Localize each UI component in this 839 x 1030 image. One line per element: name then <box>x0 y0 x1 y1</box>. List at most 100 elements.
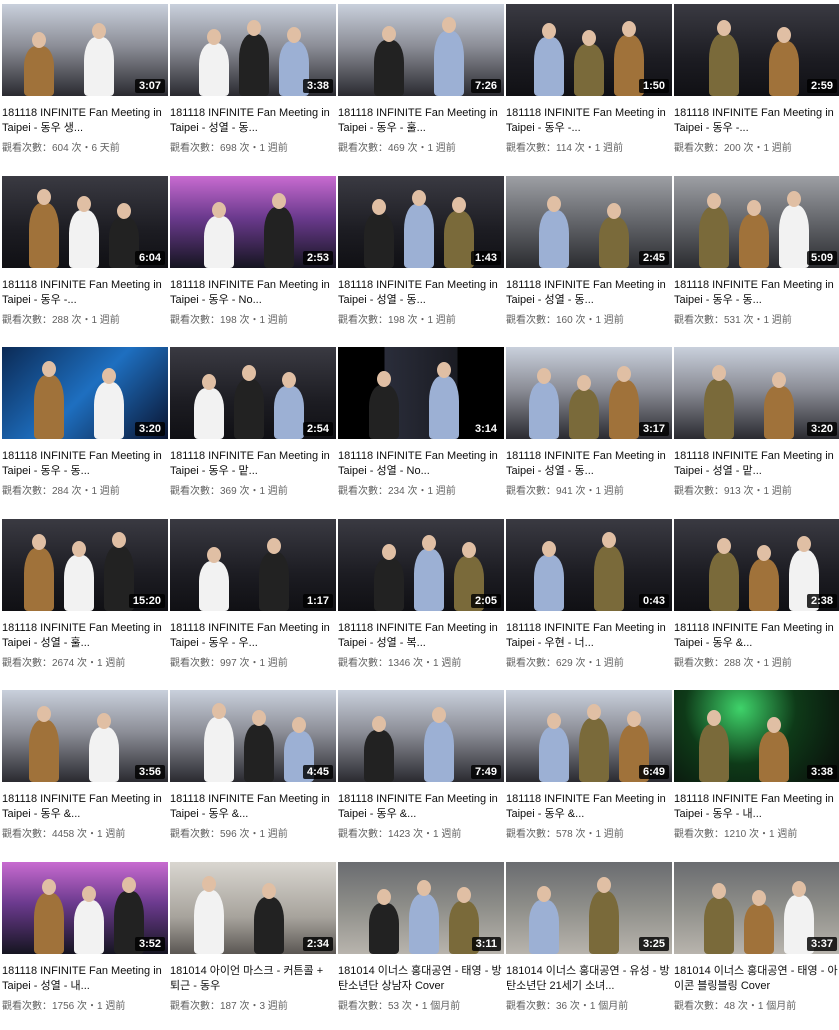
video-thumbnail[interactable]: 3:07 <box>2 4 168 96</box>
video-title[interactable]: 181118 INFINITE Fan Meeting in Taipei - … <box>2 449 168 479</box>
video-card[interactable]: 6:49 181118 INFINITE Fan Meeting in Taipe… <box>506 690 672 858</box>
video-title[interactable]: 181118 INFINITE Fan Meeting in Taipei - … <box>338 449 504 479</box>
video-card[interactable]: 3:20 181118 INFINITE Fan Meeting in Taipe… <box>2 347 168 515</box>
video-thumbnail[interactable]: 3:17 <box>506 347 672 439</box>
video-title[interactable]: 181118 INFINITE Fan Meeting in Taipei - … <box>674 449 839 479</box>
person-figure <box>769 41 799 96</box>
video-title[interactable]: 181118 INFINITE Fan Meeting in Taipei - … <box>506 106 672 136</box>
video-card[interactable]: 0:43 181118 INFINITE Fan Meeting in Taipe… <box>506 518 672 687</box>
video-title[interactable]: 181118 INFINITE Fan Meeting in Taipei - … <box>506 621 672 651</box>
video-title[interactable]: 181118 INFINITE Fan Meeting in Taipei - … <box>338 621 504 651</box>
video-thumbnail[interactable]: 3:11 <box>338 861 504 954</box>
video-card[interactable]: 1:43 181118 INFINITE Fan Meeting in Taipe… <box>338 175 504 344</box>
video-thumbnail[interactable]: 1:50 <box>506 4 672 96</box>
video-thumbnail[interactable]: 5:09 <box>674 175 839 268</box>
person-figure <box>739 213 769 268</box>
video-title[interactable]: 181118 INFINITE Fan Meeting in Taipei - … <box>2 278 168 308</box>
video-thumbnail[interactable]: 1:43 <box>338 175 504 268</box>
video-title[interactable]: 181118 INFINITE Fan Meeting in Taipei - … <box>170 278 336 308</box>
person-head <box>212 703 226 719</box>
video-title[interactable]: 181118 INFINITE Fan Meeting in Taipei - … <box>170 449 336 479</box>
video-card[interactable]: 2:45 181118 INFINITE Fan Meeting in Taipe… <box>506 175 672 344</box>
video-title[interactable]: 181118 INFINITE Fan Meeting in Taipei - … <box>170 792 336 822</box>
video-thumbnail[interactable]: 7:49 <box>338 690 504 782</box>
duration-badge: 7:26 <box>470 79 501 93</box>
video-thumbnail[interactable]: 3:38 <box>674 690 839 782</box>
video-card[interactable]: 3:14 181118 INFINITE Fan Meeting in Taipe… <box>338 347 504 515</box>
video-card[interactable]: 2:53 181118 INFINITE Fan Meeting in Taipe… <box>170 175 336 344</box>
video-title[interactable]: 181118 INFINITE Fan Meeting in Taipei - … <box>506 278 672 308</box>
video-thumbnail[interactable]: 2:59 <box>674 4 839 96</box>
video-thumbnail[interactable]: 3:20 <box>2 347 168 439</box>
video-title[interactable]: 181118 INFINITE Fan Meeting in Taipei - … <box>338 792 504 822</box>
video-card[interactable]: 3:17 181118 INFINITE Fan Meeting in Taipe… <box>506 347 672 515</box>
video-title[interactable]: 181118 INFINITE Fan Meeting in Taipei - … <box>170 106 336 136</box>
video-title[interactable]: 181118 INFINITE Fan Meeting in Taipei - … <box>506 792 672 822</box>
video-card[interactable]: 3:25 181014 이너스 홍대공연 - 유성 - 방탄소년단 21세기 소녀… <box>506 861 672 1030</box>
video-title[interactable]: 181118 INFINITE Fan Meeting in Taipei - … <box>2 792 168 822</box>
video-thumbnail[interactable]: 0:43 <box>506 518 672 611</box>
video-card[interactable]: 2:34 181014 아이언 마스크 - 커튼콜 + 퇴근 - 동우 觀看次數：1… <box>170 861 336 1030</box>
video-thumbnail[interactable]: 2:38 <box>674 518 839 611</box>
video-title[interactable]: 181118 INFINITE Fan Meeting in Taipei - … <box>506 449 672 479</box>
video-title[interactable]: 181014 이너스 홍대공연 - 태영 - 아이콘 블링블링 Cover <box>674 964 839 994</box>
video-thumbnail[interactable]: 3:25 <box>506 861 672 954</box>
video-title[interactable]: 181014 이너스 홍대공연 - 태영 - 방탄소년단 상남자 Cover <box>338 964 504 994</box>
video-thumbnail[interactable]: 2:54 <box>170 347 336 439</box>
video-thumbnail[interactable]: 3:56 <box>2 690 168 782</box>
person-head <box>267 537 281 554</box>
video-card[interactable]: 3:38 181118 INFINITE Fan Meeting in Taipe… <box>170 4 336 172</box>
video-thumbnail[interactable]: 3:38 <box>170 4 336 96</box>
video-title[interactable]: 181118 INFINITE Fan Meeting in Taipei - … <box>2 964 168 994</box>
video-title[interactable]: 181014 이너스 홍대공연 - 유성 - 방탄소년단 21세기 소녀... <box>506 964 672 994</box>
video-title[interactable]: 181118 INFINITE Fan Meeting in Taipei - … <box>2 106 168 136</box>
video-title[interactable]: 181118 INFINITE Fan Meeting in Taipei - … <box>674 278 839 308</box>
video-card[interactable]: 2:38 181118 INFINITE Fan Meeting in Taipe… <box>674 518 839 687</box>
video-thumbnail[interactable]: 15:20 <box>2 518 168 611</box>
person-figure <box>589 890 619 954</box>
video-card[interactable]: 3:38 181118 INFINITE Fan Meeting in Taipe… <box>674 690 839 858</box>
video-title[interactable]: 181014 아이언 마스크 - 커튼콜 + 퇴근 - 동우 <box>170 964 336 994</box>
video-meta: 觀看次數：36 次・1 個月前 <box>506 1000 629 1012</box>
video-title[interactable]: 181118 INFINITE Fan Meeting in Taipei - … <box>674 792 839 822</box>
video-card[interactable]: 1:17 181118 INFINITE Fan Meeting in Taipe… <box>170 518 336 687</box>
video-thumbnail[interactable]: 4:45 <box>170 690 336 782</box>
video-card[interactable]: 1:50 181118 INFINITE Fan Meeting in Taipe… <box>506 4 672 172</box>
video-thumbnail[interactable]: 2:53 <box>170 175 336 268</box>
video-card[interactable]: 3:56 181118 INFINITE Fan Meeting in Taipe… <box>2 690 168 858</box>
video-thumbnail[interactable]: 1:17 <box>170 518 336 611</box>
video-card[interactable]: 2:59 181118 INFINITE Fan Meeting in Taipe… <box>674 4 839 172</box>
video-title[interactable]: 181118 INFINITE Fan Meeting in Taipei - … <box>338 106 504 136</box>
video-thumbnail[interactable]: 7:26 <box>338 4 504 96</box>
video-title[interactable]: 181118 INFINITE Fan Meeting in Taipei - … <box>170 621 336 651</box>
video-meta: 觀看次數：200 次・1 週前 <box>674 143 792 154</box>
video-thumbnail[interactable]: 3:20 <box>674 347 839 439</box>
video-card[interactable]: 15:20 181118 INFINITE Fan Meeting in Taip… <box>2 518 168 687</box>
video-card[interactable]: 3:20 181118 INFINITE Fan Meeting in Taipe… <box>674 347 839 515</box>
video-thumbnail[interactable]: 3:52 <box>2 861 168 954</box>
video-thumbnail[interactable]: 2:45 <box>506 175 672 268</box>
video-card[interactable]: 2:05 181118 INFINITE Fan Meeting in Taipe… <box>338 518 504 687</box>
person-head <box>372 716 386 732</box>
video-title[interactable]: 181118 INFINITE Fan Meeting in Taipei - … <box>674 106 839 136</box>
video-thumbnail[interactable]: 3:37 <box>674 861 839 954</box>
video-card[interactable]: 6:04 181118 INFINITE Fan Meeting in Taipe… <box>2 175 168 344</box>
video-thumbnail[interactable]: 6:04 <box>2 175 168 268</box>
video-title[interactable]: 181118 INFINITE Fan Meeting in Taipei - … <box>2 621 168 651</box>
video-card[interactable]: 3:07 181118 INFINITE Fan Meeting in Taipe… <box>2 4 168 172</box>
video-card[interactable]: 3:11 181014 이너스 홍대공연 - 태영 - 방탄소년단 상남자 Cov… <box>338 861 504 1030</box>
video-title[interactable]: 181118 INFINITE Fan Meeting in Taipei - … <box>338 278 504 308</box>
video-card[interactable]: 4:45 181118 INFINITE Fan Meeting in Taipe… <box>170 690 336 858</box>
video-title[interactable]: 181118 INFINITE Fan Meeting in Taipei - … <box>674 621 839 651</box>
video-card[interactable]: 3:37 181014 이너스 홍대공연 - 태영 - 아이콘 블링블링 Cove… <box>674 861 839 1030</box>
video-thumbnail[interactable]: 2:05 <box>338 518 504 611</box>
video-thumbnail[interactable]: 2:34 <box>170 861 336 954</box>
video-card[interactable]: 5:09 181118 INFINITE Fan Meeting in Taipe… <box>674 175 839 344</box>
person-head <box>707 710 721 726</box>
video-thumbnail[interactable]: 6:49 <box>506 690 672 782</box>
video-card[interactable]: 7:49 181118 INFINITE Fan Meeting in Taipe… <box>338 690 504 858</box>
video-card[interactable]: 2:54 181118 INFINITE Fan Meeting in Taipe… <box>170 347 336 515</box>
video-card[interactable]: 7:26 181118 INFINITE Fan Meeting in Taipe… <box>338 4 504 172</box>
video-card[interactable]: 3:52 181118 INFINITE Fan Meeting in Taipe… <box>2 861 168 1030</box>
video-thumbnail[interactable]: 3:14 <box>338 347 504 439</box>
